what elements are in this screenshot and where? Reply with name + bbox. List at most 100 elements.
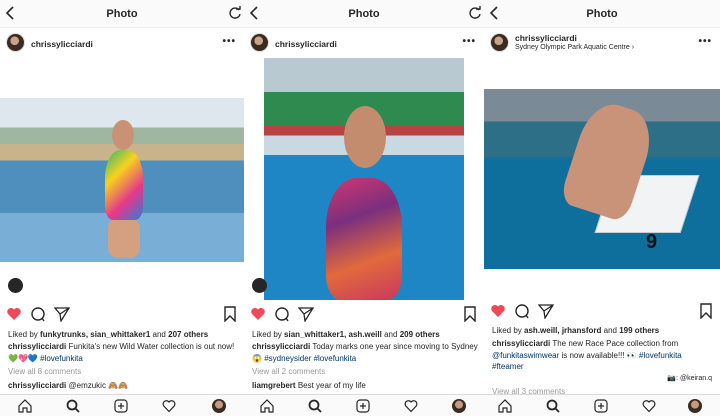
post-panel-2: Photo chrissylicciardi ••• Liked by sian… (244, 0, 484, 416)
profile-avatar[interactable] (688, 399, 702, 413)
heart-filled-icon[interactable] (250, 306, 266, 322)
bottom-nav (0, 394, 244, 416)
liked-and: and (152, 330, 166, 339)
post-photo[interactable]: 9 (484, 89, 720, 269)
user-tag-icon[interactable] (252, 278, 267, 293)
heart-filled-icon[interactable] (490, 303, 506, 319)
comment-text: @emzukic 🙈🙈 (68, 381, 129, 390)
post-photo[interactable] (0, 98, 244, 262)
comment-text: Best year of my life (297, 381, 366, 390)
comment-icon[interactable] (514, 303, 530, 319)
refresh-icon[interactable] (228, 6, 242, 20)
caption-hashtag[interactable]: #sydneysider #lovefunkita (264, 354, 356, 363)
post-photo[interactable] (264, 58, 464, 300)
liked-by-label: Liked by (492, 326, 522, 335)
liked-count[interactable]: 207 others (168, 330, 208, 339)
swimmer-head (112, 120, 134, 150)
caption-mention[interactable]: @funkitaswimwear (492, 351, 559, 360)
caption-text: The new Race Pace collection from (552, 339, 679, 348)
add-post-icon[interactable] (114, 399, 128, 413)
swimmer-legs (108, 218, 140, 258)
refresh-icon[interactable] (468, 6, 482, 20)
send-icon[interactable] (298, 306, 314, 322)
avatar[interactable] (490, 33, 509, 52)
heart-filled-icon[interactable] (6, 306, 22, 322)
swimmer-head (344, 106, 386, 168)
caption-username[interactable]: chrissylicciardi (492, 339, 550, 348)
username[interactable]: chrissylicciardi (515, 33, 577, 43)
comment-username[interactable]: chrissylicciardi (8, 381, 66, 390)
post-header: chrissylicciardi ••• (244, 30, 484, 56)
home-icon[interactable] (260, 399, 274, 413)
view-all-comments[interactable]: View all 2 comments (252, 367, 325, 376)
send-icon[interactable] (54, 306, 70, 322)
more-dots-icon[interactable]: ••• (698, 36, 712, 47)
caption-username[interactable]: chrissylicciardi (252, 342, 310, 351)
caption: chrissylicciardi Funkita's new Wild Wate… (8, 341, 238, 364)
user-tag-icon[interactable] (8, 278, 23, 293)
liked-users[interactable]: funkytrunks, sian_whittaker1 (40, 330, 150, 339)
top-bar: Photo (484, 0, 720, 28)
liked-count[interactable]: 199 others (619, 326, 659, 335)
liked-users[interactable]: ash.weill, jrhansford (524, 326, 601, 335)
comment-username[interactable]: liamgrebert (252, 381, 296, 390)
username[interactable]: chrissylicciardi (275, 39, 337, 49)
heart-outline-icon[interactable] (642, 399, 656, 413)
bookmark-icon[interactable] (222, 306, 238, 322)
action-bar (6, 306, 238, 324)
more-dots-icon[interactable]: ••• (462, 36, 476, 47)
comment-icon[interactable] (30, 306, 46, 322)
comment-preview: liamgrebert Best year of my life (252, 381, 366, 390)
comment-preview: chrissylicciardi @emzukic 🙈🙈 (8, 381, 128, 390)
home-icon[interactable] (498, 399, 512, 413)
top-bar: Photo (244, 0, 484, 28)
heart-outline-icon[interactable] (162, 399, 176, 413)
liked-by-label: Liked by (8, 330, 38, 339)
page-title: Photo (106, 8, 138, 20)
caption: chrissylicciardi The new Race Pace colle… (492, 338, 714, 373)
liked-count[interactable]: 209 others (400, 330, 440, 339)
photo-credit: 📷: @keiran.q (667, 375, 712, 382)
swimsuit (326, 178, 402, 300)
bookmark-icon[interactable] (698, 303, 714, 319)
caption-hashtag-2[interactable]: #fteamer (492, 362, 524, 371)
search-icon[interactable] (66, 399, 80, 413)
likes-line: Liked by ash.weill, jrhansford and 199 o… (492, 326, 716, 335)
swimsuit (105, 150, 143, 220)
liked-by-label: Liked by (252, 330, 282, 339)
post-header: chrissylicciardi ••• (0, 30, 244, 56)
bottom-nav (244, 394, 484, 416)
caption-username[interactable]: chrissylicciardi (8, 342, 66, 351)
heart-outline-icon[interactable] (404, 399, 418, 413)
post-panel-1: Photo chrissylicciardi ••• Liked by funk… (0, 0, 244, 416)
lane-number: 9 (646, 231, 658, 253)
likes-line: Liked by sian_whittaker1, ash.weill and … (252, 330, 480, 339)
caption-hashtag[interactable]: #lovefunkita (639, 351, 682, 360)
top-bar: Photo (0, 0, 244, 28)
action-bar (490, 303, 714, 321)
add-post-icon[interactable] (356, 399, 370, 413)
more-dots-icon[interactable]: ••• (222, 36, 236, 47)
profile-avatar[interactable] (452, 399, 466, 413)
location-label[interactable]: Sydney Olympic Park Aquatic Centre › (515, 44, 634, 51)
avatar[interactable] (6, 33, 25, 52)
profile-avatar[interactable] (212, 399, 226, 413)
caption-hashtag[interactable]: #lovefunkita (40, 354, 83, 363)
bookmark-icon[interactable] (462, 306, 478, 322)
caption-text-2: is now available!!! 👀 (561, 350, 637, 360)
page-title: Photo (586, 8, 618, 20)
send-icon[interactable] (538, 303, 554, 319)
search-icon[interactable] (308, 399, 322, 413)
home-icon[interactable] (18, 399, 32, 413)
avatar[interactable] (250, 33, 269, 52)
add-post-icon[interactable] (594, 399, 608, 413)
likes-line: Liked by funkytrunks, sian_whittaker1 an… (8, 330, 240, 339)
comment-icon[interactable] (274, 306, 290, 322)
bottom-nav (484, 394, 720, 416)
search-icon[interactable] (546, 399, 560, 413)
liked-users[interactable]: sian_whittaker1, ash.weill (284, 330, 382, 339)
username[interactable]: chrissylicciardi (31, 39, 93, 49)
liked-and: and (603, 326, 617, 335)
view-all-comments[interactable]: View all 8 comments (8, 367, 81, 376)
action-bar (250, 306, 478, 324)
